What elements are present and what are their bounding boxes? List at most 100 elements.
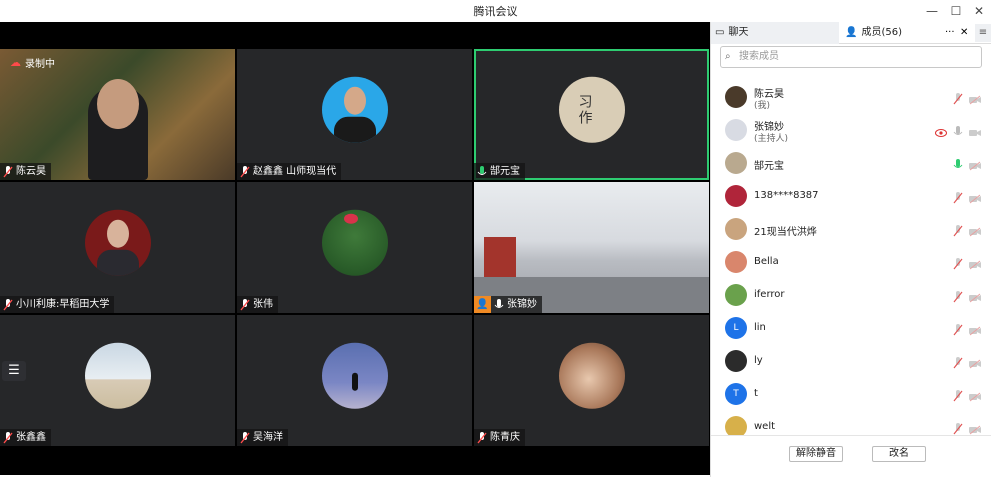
member-row[interactable]: 21现当代洪烨 xyxy=(711,212,991,245)
member-row[interactable]: 138****8387 xyxy=(711,179,991,212)
camera-off-icon[interactable] xyxy=(969,420,982,435)
video-tile[interactable]: 张鑫鑫 xyxy=(0,315,235,446)
member-role: (主持人) xyxy=(754,134,789,144)
cloud-record-icon: ☁ xyxy=(10,56,21,69)
member-row[interactable]: ly xyxy=(711,344,991,377)
participant-avatar: 习作 xyxy=(558,76,625,143)
mic-muted-icon[interactable] xyxy=(953,321,963,340)
participant-name-tag: 陈云昊 xyxy=(0,163,51,180)
close-window-button[interactable]: ✕ xyxy=(968,2,990,20)
member-row[interactable]: welt xyxy=(711,410,991,435)
participant-name: 小川利康:早稻田大学 xyxy=(16,299,110,310)
member-search-input[interactable]: ⌕ 搜索成员 xyxy=(720,46,982,68)
member-status-icons xyxy=(953,156,982,175)
person-icon: 👤 xyxy=(845,27,858,38)
mic-muted-icon[interactable] xyxy=(953,90,963,109)
mic-on-icon[interactable] xyxy=(953,156,963,175)
title-bar: 腾讯会议 — ☐ ✕ xyxy=(0,0,991,22)
camera-off-icon[interactable] xyxy=(969,255,982,274)
member-status-icons xyxy=(935,123,982,142)
camera-off-icon[interactable] xyxy=(969,222,982,241)
participant-name-tag: 👤 张锦妙 xyxy=(474,296,542,313)
camera-off-icon[interactable] xyxy=(969,387,982,406)
mic-muted-icon[interactable] xyxy=(953,189,963,208)
member-name: welt xyxy=(754,421,776,432)
camera-off-icon[interactable] xyxy=(969,354,982,373)
member-avatar xyxy=(725,350,747,372)
person-icon: 👤 xyxy=(474,296,491,313)
participant-name: 陈青庆 xyxy=(490,432,520,443)
close-panel-icon[interactable]: ✕ xyxy=(960,22,968,44)
recording-indicator: ☁ 录制中 xyxy=(10,55,55,70)
list-view-icon[interactable]: ☰ xyxy=(2,361,26,381)
more-options-icon[interactable]: ··· xyxy=(945,22,955,44)
member-status-icons xyxy=(953,354,982,373)
video-tile[interactable]: 吴海洋 xyxy=(237,315,472,446)
panel-tabs: ▭ 聊天 👤 成员(56) ··· ✕ ≡ xyxy=(711,22,991,44)
video-tile[interactable]: 小川利康:早稻田大学 xyxy=(0,182,235,313)
video-tile[interactable]: ☁ 录制中 陈云昊 xyxy=(0,49,235,180)
video-tile[interactable]: 陈青庆 xyxy=(474,315,709,446)
mic-muted-icon xyxy=(3,165,13,178)
participant-avatar xyxy=(321,342,388,409)
mic-muted-icon[interactable] xyxy=(953,255,963,274)
mic-on-icon xyxy=(477,165,487,178)
participant-name-tag: 张伟 xyxy=(237,296,278,313)
participant-name: 张锦妙 xyxy=(507,299,537,310)
member-row[interactable]: 陈云昊 (我) xyxy=(711,80,991,113)
member-row[interactable]: 郜元宝 xyxy=(711,146,991,179)
participant-name: 郜元宝 xyxy=(490,166,520,177)
participant-avatar xyxy=(84,209,151,276)
unmute-all-button[interactable]: 解除静音 xyxy=(789,446,843,462)
video-tile-active-speaker[interactable]: 习作 郜元宝 xyxy=(474,49,709,180)
video-tile[interactable]: 张伟 xyxy=(237,182,472,313)
member-row[interactable]: Bella xyxy=(711,245,991,278)
member-row[interactable]: 张锦妙 (主持人) xyxy=(711,113,991,146)
video-tile[interactable]: 👤 张锦妙 xyxy=(474,182,709,313)
mic-muted-icon[interactable] xyxy=(953,288,963,307)
member-name: ly xyxy=(754,355,763,366)
member-status-icons xyxy=(953,321,982,340)
participant-name-tag: 郜元宝 xyxy=(474,163,525,180)
member-row[interactable]: Tt xyxy=(711,377,991,410)
member-avatar xyxy=(725,251,747,273)
recording-label: 录制中 xyxy=(25,59,55,70)
member-name: t xyxy=(754,388,758,399)
member-name: 138****8387 xyxy=(754,190,819,201)
tab-members-label: 成员(56) xyxy=(861,27,902,38)
tab-chat[interactable]: ▭ 聊天 xyxy=(711,22,839,44)
member-status-icons xyxy=(953,90,982,109)
participant-name-tag: 小川利康:早稻田大学 xyxy=(0,296,115,313)
mic-muted-icon[interactable] xyxy=(953,387,963,406)
member-avatar xyxy=(725,416,747,435)
panel-menu-icon[interactable]: ≡ xyxy=(975,24,991,42)
recording-eye-icon xyxy=(935,123,947,142)
camera-off-icon[interactable] xyxy=(969,123,982,142)
camera-off-icon[interactable] xyxy=(969,321,982,340)
mic-muted-icon[interactable] xyxy=(953,222,963,241)
participant-avatar xyxy=(84,342,151,409)
participant-name: 赵鑫鑫 山师现当代 xyxy=(253,166,337,177)
camera-off-icon[interactable] xyxy=(969,90,982,109)
camera-off-icon[interactable] xyxy=(969,156,982,175)
video-stage: ☁ 录制中 陈云昊 赵鑫鑫 山师现当代 习作 郜元宝 小川利康:早稻田大学 张伟… xyxy=(0,22,710,475)
mic-muted-icon[interactable] xyxy=(953,420,963,435)
tab-chat-label: 聊天 xyxy=(728,27,749,38)
member-status-icons xyxy=(953,222,982,241)
camera-off-icon[interactable] xyxy=(969,288,982,307)
minimize-button[interactable]: — xyxy=(921,2,943,20)
mic-muted-icon xyxy=(240,298,250,311)
maximize-button[interactable]: ☐ xyxy=(945,2,967,20)
mic-muted-icon[interactable] xyxy=(953,354,963,373)
camera-off-icon[interactable] xyxy=(969,189,982,208)
mic-muted-icon xyxy=(3,431,13,444)
face-shape xyxy=(97,79,139,129)
member-row[interactable]: iferror xyxy=(711,278,991,311)
participant-avatar xyxy=(558,342,625,409)
mic-muted-icon xyxy=(477,431,487,444)
mic-icon[interactable] xyxy=(953,123,963,142)
participant-avatar xyxy=(321,76,388,143)
member-row[interactable]: Llin xyxy=(711,311,991,344)
rename-button[interactable]: 改名 xyxy=(872,446,926,462)
video-tile[interactable]: 赵鑫鑫 山师现当代 xyxy=(237,49,472,180)
